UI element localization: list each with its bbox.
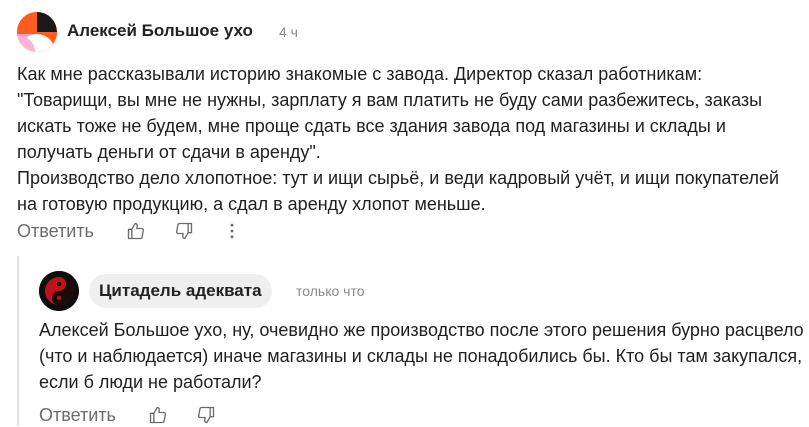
reply-avatar[interactable] (39, 271, 79, 311)
reply-button[interactable]: Ответить (39, 405, 116, 426)
reply-paragraph: Алексей Большое ухо, ну, очевидно же про… (39, 320, 804, 392)
reply-button[interactable]: Ответить (17, 221, 94, 242)
avatar[interactable] (17, 12, 57, 52)
reply-actions: Ответить (39, 403, 218, 427)
more-vertical-icon[interactable] (220, 219, 244, 243)
thumbs-down-icon[interactable] (172, 219, 196, 243)
timestamp: 4 ч (279, 24, 298, 40)
comment-actions: Ответить (17, 219, 244, 243)
author-name[interactable]: Алексей Большое ухо (67, 21, 253, 41)
reply-timestamp: только что (296, 283, 365, 299)
yin-yang-avatar-image (39, 271, 79, 311)
thumbs-down-icon[interactable] (194, 403, 218, 427)
thumbs-up-icon[interactable] (146, 403, 170, 427)
thread-line (17, 256, 19, 426)
thumbs-up-icon[interactable] (124, 219, 148, 243)
reply-author-name[interactable]: Цитадель адеквата (89, 274, 272, 308)
comment-paragraph: Производство дело хлопотное: тут и ищи с… (17, 168, 780, 214)
comment-text: Как мне рассказывали историю знакомые с … (17, 61, 802, 217)
avatar-image (17, 12, 57, 52)
reply-text: Алексей Большое ухо, ну, очевидно же про… (39, 317, 804, 395)
comment-paragraph: Как мне рассказывали историю знакомые с … (17, 64, 763, 162)
